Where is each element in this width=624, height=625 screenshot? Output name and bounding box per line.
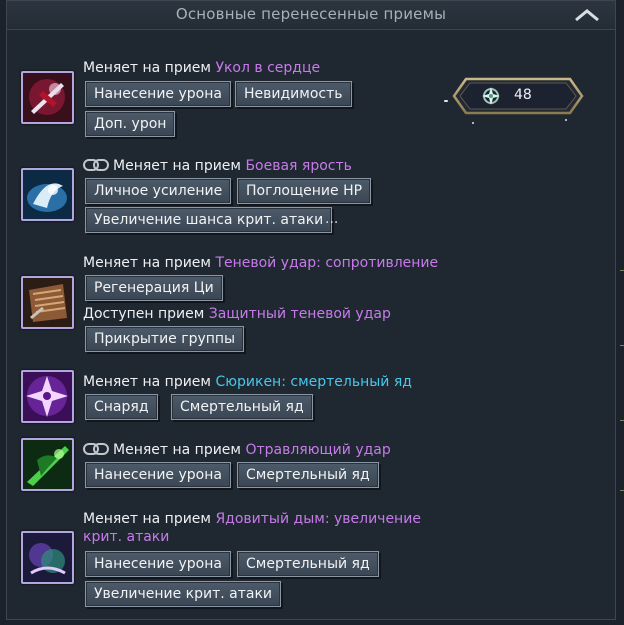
tag-invisibility[interactable]: Невидимость [235, 81, 352, 107]
chain-link-icon [83, 442, 109, 455]
skill-change-line: Меняет на прием Ядовитый дым: увеличение… [83, 510, 423, 546]
available-prefix: Доступен прием [83, 306, 209, 322]
sparkle-decoration [565, 119, 567, 121]
tag-deadly-poison[interactable]: Смертельный яд [237, 551, 379, 577]
skill-points-counter: 48 [452, 77, 584, 115]
panel-header: Основные перенесенные приемы [7, 1, 615, 30]
shadow-strike-skill-icon[interactable] [21, 276, 74, 329]
change-prefix: Меняет на прием [83, 60, 216, 76]
skill-change-line: Меняет на прием Теневой удар: сопротивле… [83, 254, 438, 272]
poison-strike-skill-icon[interactable] [21, 438, 74, 491]
sparkle-decoration [472, 122, 474, 124]
skill-name-link[interactable]: Теневой удар: сопротивление [215, 255, 438, 271]
change-prefix: Меняет на прием [83, 255, 216, 271]
poison-smoke-skill-icon[interactable] [21, 531, 74, 584]
heart-stab-skill-icon[interactable] [21, 71, 74, 124]
tag-hp-absorb[interactable]: Поглощение HP [237, 178, 372, 204]
skill-name-link[interactable]: Боевая ярость [245, 158, 351, 174]
change-prefix: Меняет на прием [113, 442, 246, 458]
skill-name-link[interactable]: Сюрикен: смертельный яд [215, 374, 412, 390]
skill-name-link[interactable]: Отравляющий удар [245, 442, 390, 458]
panel-title: Основные перенесенные приемы [175, 5, 447, 23]
tag-crit-attack[interactable]: Увеличение крит. атаки [85, 581, 282, 607]
tag-extra-damage[interactable]: Доп. урон [85, 111, 176, 137]
skill-name-link[interactable]: Защитный теневой удар [209, 306, 391, 322]
edge-decoration [620, 490, 624, 491]
edge-decoration [620, 420, 624, 421]
tag-group-cover[interactable]: Прикрытие группы [85, 326, 245, 352]
skill-transfer-panel: Основные перенесенные приемы 48 Меняет н… [6, 0, 616, 620]
tag-self-buff[interactable]: Личное усиление [85, 178, 232, 204]
skill-change-line: Меняет на прием Боевая ярость [83, 157, 352, 175]
skill-points-value: 48 [514, 87, 532, 103]
tag-damage[interactable]: Нанесение урона [85, 81, 231, 107]
compass-icon [482, 87, 500, 105]
skill-available-line: Доступен прием Защитный теневой удар [83, 305, 391, 323]
shuriken-skill-icon[interactable] [21, 370, 74, 423]
tag-deadly-poison[interactable]: Смертельный яд [171, 394, 313, 420]
skill-change-line: Меняет на прием Сюрикен: смертельный яд [83, 373, 412, 391]
tag-chi-regen[interactable]: Регенерация Ци [85, 275, 223, 301]
skill-name-link[interactable]: Укол в сердце [215, 60, 320, 76]
change-prefix: Меняет на прием [113, 158, 246, 174]
tag-projectile[interactable]: Снаряд [85, 394, 158, 420]
sparkle-decoration [444, 100, 448, 102]
chain-link-icon [83, 158, 109, 171]
edge-decoration [620, 345, 624, 346]
change-prefix: Меняет на прием [83, 374, 216, 390]
collapse-chevron-up-icon[interactable] [573, 6, 601, 24]
more-tags-ellipsis[interactable]: ... [325, 211, 338, 227]
battle-fury-skill-icon[interactable] [21, 168, 74, 221]
tag-damage[interactable]: Нанесение урона [85, 462, 231, 488]
tag-crit-chance[interactable]: Увеличение шанса крит. атаки [85, 207, 333, 233]
edge-decoration [620, 270, 624, 271]
skill-change-line: Меняет на прием Укол в сердце [83, 59, 320, 77]
tag-damage[interactable]: Нанесение урона [85, 551, 231, 577]
change-prefix: Меняет на прием [83, 511, 216, 527]
skill-change-line: Меняет на прием Отравляющий удар [83, 441, 391, 459]
tag-deadly-poison[interactable]: Смертельный яд [237, 462, 379, 488]
